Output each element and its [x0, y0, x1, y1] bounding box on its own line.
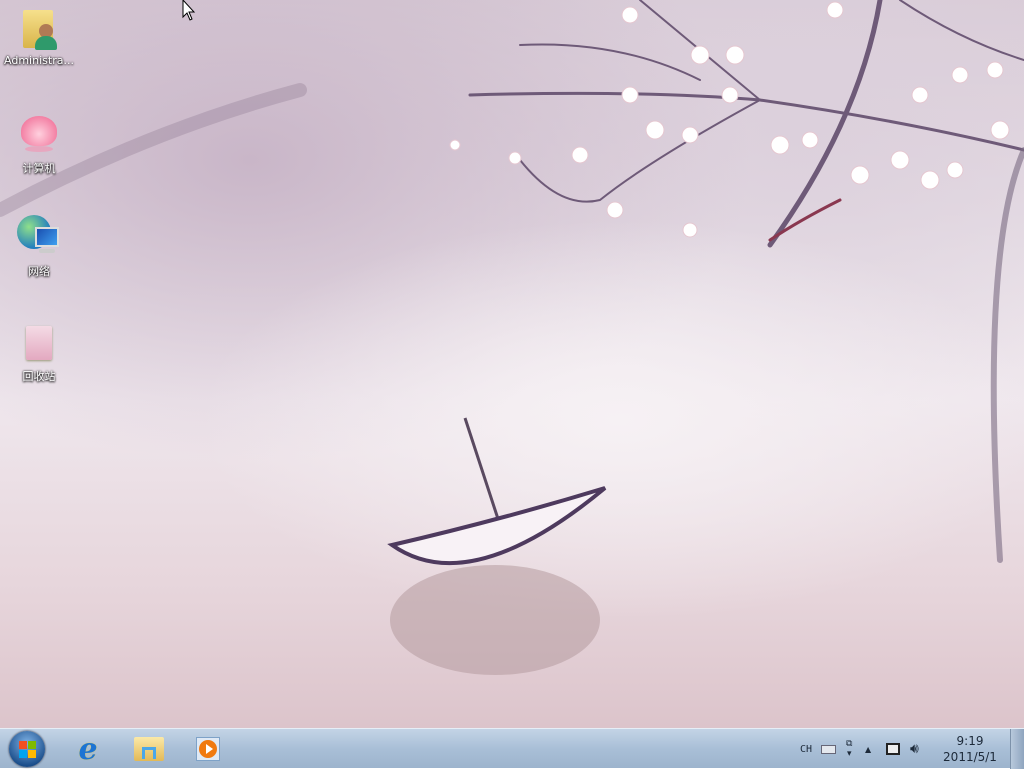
internet-explorer-icon: e — [78, 731, 98, 767]
user-folder-icon — [17, 6, 61, 50]
media-player-icon — [196, 737, 220, 761]
mouse-cursor-icon — [182, 0, 196, 21]
taskbar: e CH ⧉ ▾ ▲ 🔊︎ 9:19 2011/5/1 — [0, 728, 1024, 769]
language-label: CH — [800, 743, 813, 755]
desktop-icon-label: Administra... — [4, 54, 74, 67]
input-options-icon[interactable]: ⧉ ▾ — [846, 729, 852, 769]
desktop-icon-label: 计算机 — [22, 162, 56, 175]
network-globe-icon — [17, 215, 61, 259]
show-hidden-icons-button[interactable]: ▲ — [865, 729, 871, 769]
clock-time: 9:19 — [956, 734, 984, 748]
recycle-bin-icon — [17, 320, 61, 364]
desktop-icon-recycle-bin[interactable]: 回收站 — [1, 320, 77, 384]
desktop-icon-computer[interactable]: 计算机 — [1, 112, 77, 176]
clock[interactable]: 9:19 2011/5/1 — [930, 733, 1010, 765]
desktop-icon-label: 回收站 — [22, 370, 56, 383]
taskbar-internet-explorer[interactable]: e — [64, 731, 112, 767]
wallpaper — [0, 0, 1024, 675]
language-indicator[interactable]: CH — [800, 729, 812, 769]
umbrella — [387, 417, 607, 675]
desktop-icon-network[interactable]: 网络 — [1, 215, 77, 279]
taskbar-windows-media-player[interactable] — [184, 731, 232, 767]
keyboard-icon[interactable] — [821, 729, 836, 769]
folder-icon — [134, 737, 164, 761]
windows-logo-icon — [9, 731, 45, 767]
taskbar-windows-explorer[interactable] — [125, 731, 173, 767]
start-button[interactable] — [3, 731, 51, 767]
network-tray-icon[interactable] — [886, 729, 900, 769]
show-desktop-button[interactable] — [1010, 729, 1024, 769]
clock-date: 2011/5/1 — [943, 750, 997, 764]
desktop-icon-administrator[interactable]: Administra... — [1, 6, 77, 67]
desktop[interactable]: Administra... 计算机 网络 回收站 — [0, 0, 1024, 728]
desktop-icon-label: 网络 — [28, 265, 50, 278]
volume-icon[interactable]: 🔊︎ — [910, 729, 919, 769]
computer-lotus-icon — [17, 112, 61, 156]
